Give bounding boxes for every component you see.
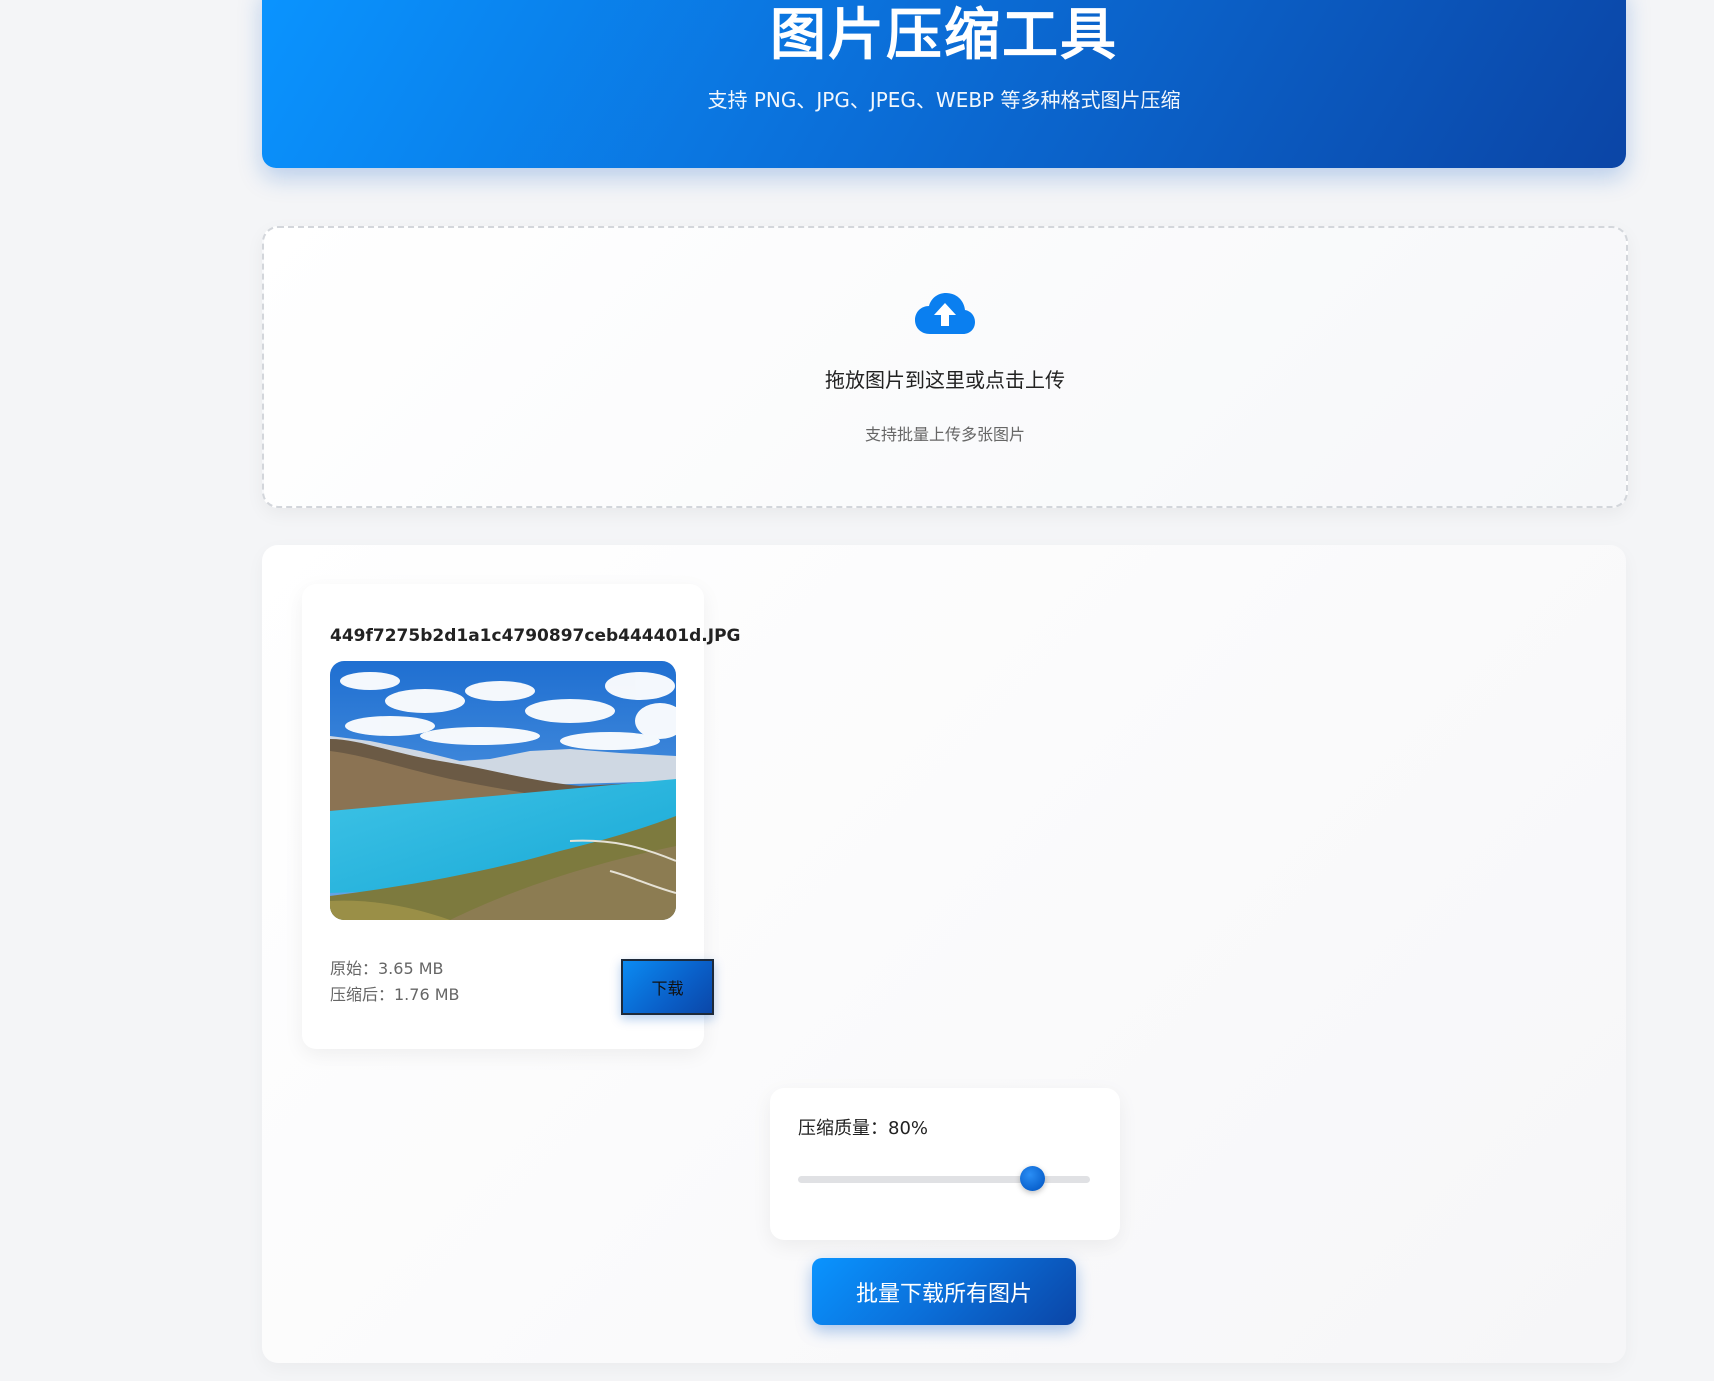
header-banner: 图片压缩工具 支持 PNG、JPG、JPEG、WEBP 等多种格式图片压缩: [262, 0, 1626, 168]
page-subtitle: 支持 PNG、JPG、JPEG、WEBP 等多种格式图片压缩: [707, 88, 1181, 112]
image-card: 449f7275b2d1a1c4790897ceb444401d.JPG 原始：…: [302, 584, 740, 1049]
page: 图片压缩工具 支持 PNG、JPG、JPEG、WEBP 等多种格式图片压缩 拖放…: [0, 0, 1714, 1381]
compressed-size: 压缩后：1.76 MB: [330, 985, 460, 1004]
quality-slider-thumb[interactable]: [1019, 1166, 1045, 1191]
upload-hint: 支持批量上传多张图片: [864, 425, 1025, 444]
quality-label: 压缩质量：80%: [798, 1118, 929, 1139]
size-info: 原始：3.65 MB 压缩后：1.76 MB: [330, 956, 460, 1008]
image-thumbnail: [330, 661, 676, 920]
batch-download-button[interactable]: 批量下载所有图片: [812, 1258, 1076, 1325]
upload-dropzone[interactable]: 拖放图片到这里或点击上传 支持批量上传多张图片: [262, 226, 1628, 508]
original-size: 原始：3.65 MB: [330, 959, 444, 978]
lake-landscape-image: [330, 661, 676, 920]
download-button[interactable]: 下载: [621, 959, 714, 1015]
page-title: 图片压缩工具: [770, 3, 1118, 68]
results-panel: 449f7275b2d1a1c4790897ceb444401d.JPG 原始：…: [262, 545, 1626, 1363]
upload-title: 拖放图片到这里或点击上传: [825, 368, 1065, 392]
cloud-upload-icon: [915, 293, 975, 334]
file-name: 449f7275b2d1a1c4790897ceb444401d.JPG: [330, 626, 741, 646]
quality-card: 压缩质量：80%: [770, 1088, 1120, 1240]
quality-slider-track[interactable]: [798, 1176, 1090, 1183]
